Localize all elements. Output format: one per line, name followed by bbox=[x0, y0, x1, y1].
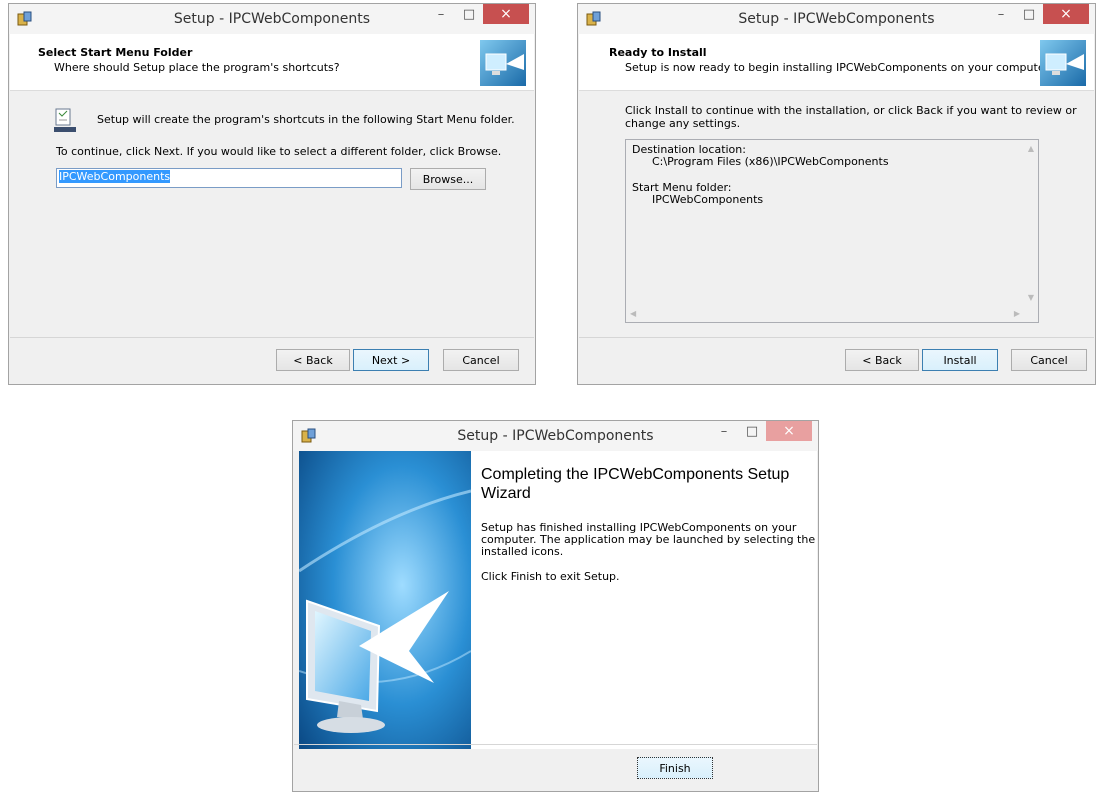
finished-text-line-3: installed icons. bbox=[481, 545, 564, 558]
start-menu-value: IPCWebComponents bbox=[652, 193, 764, 206]
setup-window-select-folder: Setup - IPCWebComponents – □ × Select St… bbox=[8, 3, 536, 385]
completion-heading: Completing the IPCWebComponents Setup Wi… bbox=[481, 465, 789, 503]
instruction-line-1: Click Install to continue with the insta… bbox=[625, 104, 1077, 117]
start-menu-folder-icon bbox=[54, 108, 76, 135]
title-bar[interactable]: Setup - IPCWebComponents – □ × bbox=[578, 4, 1095, 34]
install-button[interactable]: Install bbox=[922, 349, 998, 371]
info-text: Setup will create the program's shortcut… bbox=[97, 113, 515, 126]
header-title: Ready to Install bbox=[609, 46, 707, 59]
heading-line-2: Wizard bbox=[481, 485, 531, 502]
minimize-button[interactable]: – bbox=[710, 421, 738, 441]
setup-window-ready-to-install: Setup - IPCWebComponents – □ × Ready to … bbox=[577, 3, 1096, 385]
maximize-button[interactable]: □ bbox=[738, 421, 766, 441]
header-subtitle: Where should Setup place the program's s… bbox=[54, 61, 340, 74]
title-bar[interactable]: Setup - IPCWebComponents – □ × bbox=[9, 4, 535, 34]
browse-button[interactable]: Browse... bbox=[410, 168, 486, 190]
heading-line-1: Completing the IPCWebComponents Setup bbox=[481, 466, 790, 483]
content-panel: Completing the IPCWebComponents Setup Wi… bbox=[471, 451, 817, 749]
cancel-button[interactable]: Cancel bbox=[1011, 349, 1087, 371]
title-bar[interactable]: Setup - IPCWebComponents – □ × bbox=[293, 421, 818, 451]
page-body: Click Install to continue with the insta… bbox=[579, 91, 1094, 337]
maximize-button[interactable]: □ bbox=[455, 4, 483, 24]
close-button[interactable]: × bbox=[483, 4, 529, 24]
destination-value: C:\Program Files (x86)\IPCWebComponents bbox=[652, 155, 889, 168]
back-button[interactable]: < Back bbox=[845, 349, 919, 371]
next-button[interactable]: Next > bbox=[353, 349, 429, 371]
page-header: Select Start Menu Folder Where should Se… bbox=[10, 34, 534, 91]
summary-memo[interactable]: Destination location: C:\Program Files (… bbox=[625, 139, 1039, 323]
monitor-arrow-icon bbox=[1040, 40, 1086, 86]
exit-instruction: Click Finish to exit Setup. bbox=[481, 570, 620, 583]
button-bar: Finish bbox=[294, 744, 817, 791]
folder-name-input[interactable]: IPCWebComponents bbox=[56, 168, 402, 188]
folder-name-value: IPCWebComponents bbox=[59, 170, 171, 183]
back-button[interactable]: < Back bbox=[276, 349, 350, 371]
button-bar: < Back Install Cancel bbox=[579, 337, 1094, 384]
monitor-arrow-icon bbox=[480, 40, 526, 86]
finish-button[interactable]: Finish bbox=[637, 757, 713, 779]
scroll-up-icon[interactable]: ▲ bbox=[1028, 144, 1034, 153]
maximize-button[interactable]: □ bbox=[1015, 4, 1043, 24]
header-subtitle: Setup is now ready to begin installing I… bbox=[625, 61, 1052, 74]
scroll-left-icon[interactable]: ◀ bbox=[630, 309, 636, 318]
minimize-button[interactable]: – bbox=[427, 4, 455, 24]
wizard-banner-image bbox=[298, 451, 472, 749]
scroll-down-icon[interactable]: ▼ bbox=[1028, 293, 1034, 302]
close-button[interactable]: × bbox=[1043, 4, 1089, 24]
instruction-text: To continue, click Next. If you would li… bbox=[56, 145, 502, 158]
button-bar: < Back Next > Cancel bbox=[10, 337, 534, 384]
page-body: Setup will create the program's shortcut… bbox=[10, 91, 534, 337]
minimize-button[interactable]: – bbox=[987, 4, 1015, 24]
header-title: Select Start Menu Folder bbox=[38, 46, 193, 59]
setup-window-completing: Setup - IPCWebComponents – □ × Completin… bbox=[292, 420, 819, 792]
page-header: Ready to Install Setup is now ready to b… bbox=[579, 34, 1094, 91]
cancel-button[interactable]: Cancel bbox=[443, 349, 519, 371]
scroll-right-icon[interactable]: ▶ bbox=[1014, 309, 1020, 318]
close-button[interactable]: × bbox=[766, 421, 812, 441]
instruction-line-2: change any settings. bbox=[625, 117, 741, 130]
